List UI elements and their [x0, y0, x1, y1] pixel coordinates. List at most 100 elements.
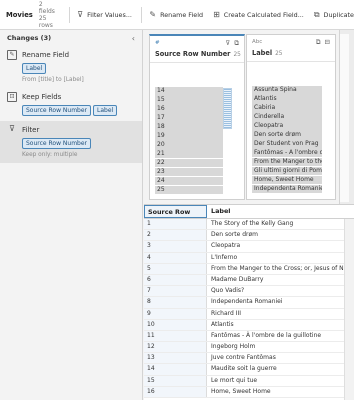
string-type-icon[interactable]: Abc [252, 39, 262, 45]
table-row[interactable]: 8 Independenta Romaniei [144, 297, 354, 309]
step-meta: 2 fields 25 rows [38, 0, 55, 29]
calculated-field-icon: ⊞ [213, 10, 220, 19]
value-bar[interactable]: 17 [155, 113, 223, 123]
cell-label[interactable]: Quo Vadis? [207, 286, 354, 296]
table-row[interactable]: 10 Atlantis [144, 319, 354, 331]
table-row[interactable]: 2 Den sorte drøm [144, 230, 354, 242]
value-bar[interactable]: 14 [155, 87, 223, 96]
change-filter[interactable]: ⊽ Filter Source Row Number Keep only: mu… [0, 121, 142, 163]
cell-label[interactable]: Maudite soit la guerre [207, 364, 354, 374]
cell-source-row-number[interactable]: 13 [144, 353, 207, 364]
cell-source-row-number[interactable]: 5 [144, 263, 207, 274]
cell-label[interactable]: Home, Sweet Home [207, 387, 354, 397]
cell-source-row-number[interactable]: 10 [144, 319, 207, 330]
value-bar[interactable]: 25 [155, 185, 223, 195]
card-action-icons[interactable]: ⧉ ⊟ [316, 38, 331, 47]
value-bar[interactable]: Cabiria [252, 103, 322, 113]
field-chip[interactable]: Label [22, 63, 47, 74]
collapse-chevron-icon[interactable]: ‹ [132, 34, 135, 43]
value-bar[interactable]: 21 [155, 149, 223, 159]
table-row[interactable]: 4 L'Inferno [144, 252, 354, 264]
table-row[interactable]: 13 Juve contre Fantômas [144, 353, 354, 365]
table-row[interactable]: 11 Fantômas - À l'ombre de la guillotine [144, 330, 354, 343]
cell-source-row-number[interactable]: 8 [144, 297, 207, 308]
number-type-icon[interactable]: # [155, 40, 160, 46]
cell-label[interactable]: Ingeborg Holm [207, 342, 354, 352]
change-keep-fields[interactable]: ⊡ Keep Fields Source Row Number Label [0, 88, 142, 121]
cell-label[interactable]: Den sorte drøm [207, 230, 354, 240]
cell-source-row-number[interactable]: 1 [144, 219, 207, 230]
value-bar[interactable]: From the Manger to the C [252, 157, 322, 167]
table-row[interactable]: 14 Maudite soit la guerre [144, 364, 354, 376]
cell-label[interactable]: Le mort qui tue [207, 376, 354, 386]
distinct-count: 25 [233, 52, 241, 58]
cell-source-row-number[interactable]: 9 [144, 308, 207, 319]
value-bar[interactable]: Fantômas - À l'ombre de la [252, 148, 322, 158]
value-bar[interactable]: 15 [155, 95, 223, 105]
table-row[interactable]: 16 Home, Sweet Home [144, 386, 354, 398]
distribution-sparkline[interactable] [223, 88, 232, 129]
cell-label[interactable]: Fantômas - À l'ombre de la guillotine [207, 331, 354, 341]
cell-source-row-number[interactable]: 12 [144, 342, 207, 353]
rename-field-button[interactable]: ✎ Rename Field [149, 10, 203, 19]
field-chip[interactable]: Source Row Number [22, 105, 92, 116]
column-header-label[interactable]: Label [207, 205, 354, 218]
grid-scrollbar[interactable] [344, 219, 354, 400]
profile-card-source-row-number[interactable]: # ⊽ ⧉ Source Row Number 25 14 15 16 17 18… [149, 34, 245, 200]
filter-values-button[interactable]: ⊽ Filter Values... [77, 10, 132, 19]
value-bar[interactable]: Atlantis [252, 94, 322, 104]
change-rename-field[interactable]: ✎ Rename Field Label From [title] to [La… [0, 46, 142, 88]
field-chip[interactable]: Label [93, 105, 118, 116]
cell-source-row-number[interactable]: 14 [144, 364, 207, 375]
cell-label[interactable]: Atlantis [207, 320, 354, 330]
cell-source-row-number[interactable]: 6 [144, 274, 207, 286]
cell-label[interactable]: Cleopatra [207, 241, 354, 251]
value-bar[interactable]: Assunta Spina [252, 86, 322, 95]
value-bar[interactable]: Cinderella [252, 112, 322, 122]
value-bar[interactable]: Home, Sweet Home [252, 175, 322, 185]
table-row[interactable]: 12 Ingeborg Holm [144, 342, 354, 354]
cell-label[interactable]: Richard III [207, 309, 354, 319]
table-row[interactable]: 7 Quo Vadis? [144, 286, 354, 298]
cell-label[interactable]: Juve contre Fantômas [207, 353, 354, 363]
cell-source-row-number[interactable]: 15 [144, 375, 207, 386]
table-row[interactable]: 1 The Story of the Kelly Gang [144, 219, 354, 231]
value-bar[interactable]: 22 [155, 158, 223, 168]
create-calculated-field-button[interactable]: ⊞ Create Calculated Field... [213, 10, 304, 19]
table-row[interactable]: 5 From the Manger to the Cross; or, Jesus… [144, 263, 354, 275]
value-bar[interactable]: 24 [155, 176, 223, 186]
cell-label[interactable]: L'Inferno [207, 253, 354, 263]
value-bar[interactable]: 19 [155, 131, 223, 141]
cell-source-row-number[interactable]: 7 [144, 286, 207, 297]
cell-label[interactable]: Madame DuBarry [207, 275, 354, 285]
cell-label[interactable]: Independenta Romaniei [207, 297, 354, 307]
profile-scrollbar[interactable] [340, 34, 349, 202]
cell-source-row-number[interactable]: 3 [144, 241, 207, 252]
value-bar[interactable]: Independenta Romaniei [252, 184, 322, 194]
value-bar[interactable]: Der Student von Prag [252, 139, 322, 149]
value-bar[interactable]: 20 [155, 140, 223, 150]
value-bar[interactable]: 23 [155, 167, 223, 177]
cell-source-row-number[interactable]: 2 [144, 230, 207, 241]
profile-pane: # ⊽ ⧉ Source Row Number 25 14 15 16 17 18… [144, 30, 354, 204]
cell-source-row-number[interactable]: 11 [144, 330, 207, 342]
value-bar[interactable]: Den sorte drøm [252, 130, 322, 140]
field-chip[interactable]: Source Row Number [22, 138, 92, 149]
table-row[interactable]: 9 Richard III [144, 308, 354, 320]
cell-source-row-number[interactable]: 16 [144, 386, 207, 397]
changes-title: Changes (3) [7, 34, 52, 42]
cell-label[interactable]: From the Manger to the Cross; or, Jesus … [207, 264, 354, 274]
card-action-icons[interactable]: ⊽ ⧉ [226, 39, 240, 48]
value-bar[interactable]: Cleopatra [252, 121, 322, 131]
cell-label[interactable]: The Story of the Kelly Gang [207, 219, 354, 229]
profile-card-label[interactable]: Abc ⧉ ⊟ Label 25 Assunta Spina Atlantis C… [246, 34, 336, 200]
cell-source-row-number[interactable]: 4 [144, 252, 207, 263]
table-row[interactable]: 6 Madame DuBarry [144, 274, 354, 287]
value-bar[interactable]: Gli ultimi giorni di Pompe [252, 166, 322, 176]
value-bar[interactable]: 18 [155, 122, 223, 132]
column-header-source-row-number[interactable]: Source Row Number [144, 205, 207, 228]
value-bar[interactable]: 16 [155, 104, 223, 114]
table-row[interactable]: 3 Cleopatra [144, 241, 354, 253]
table-row[interactable]: 15 Le mort qui tue [144, 375, 354, 387]
duplicate-button[interactable]: ⧉ Duplicate [314, 10, 354, 20]
